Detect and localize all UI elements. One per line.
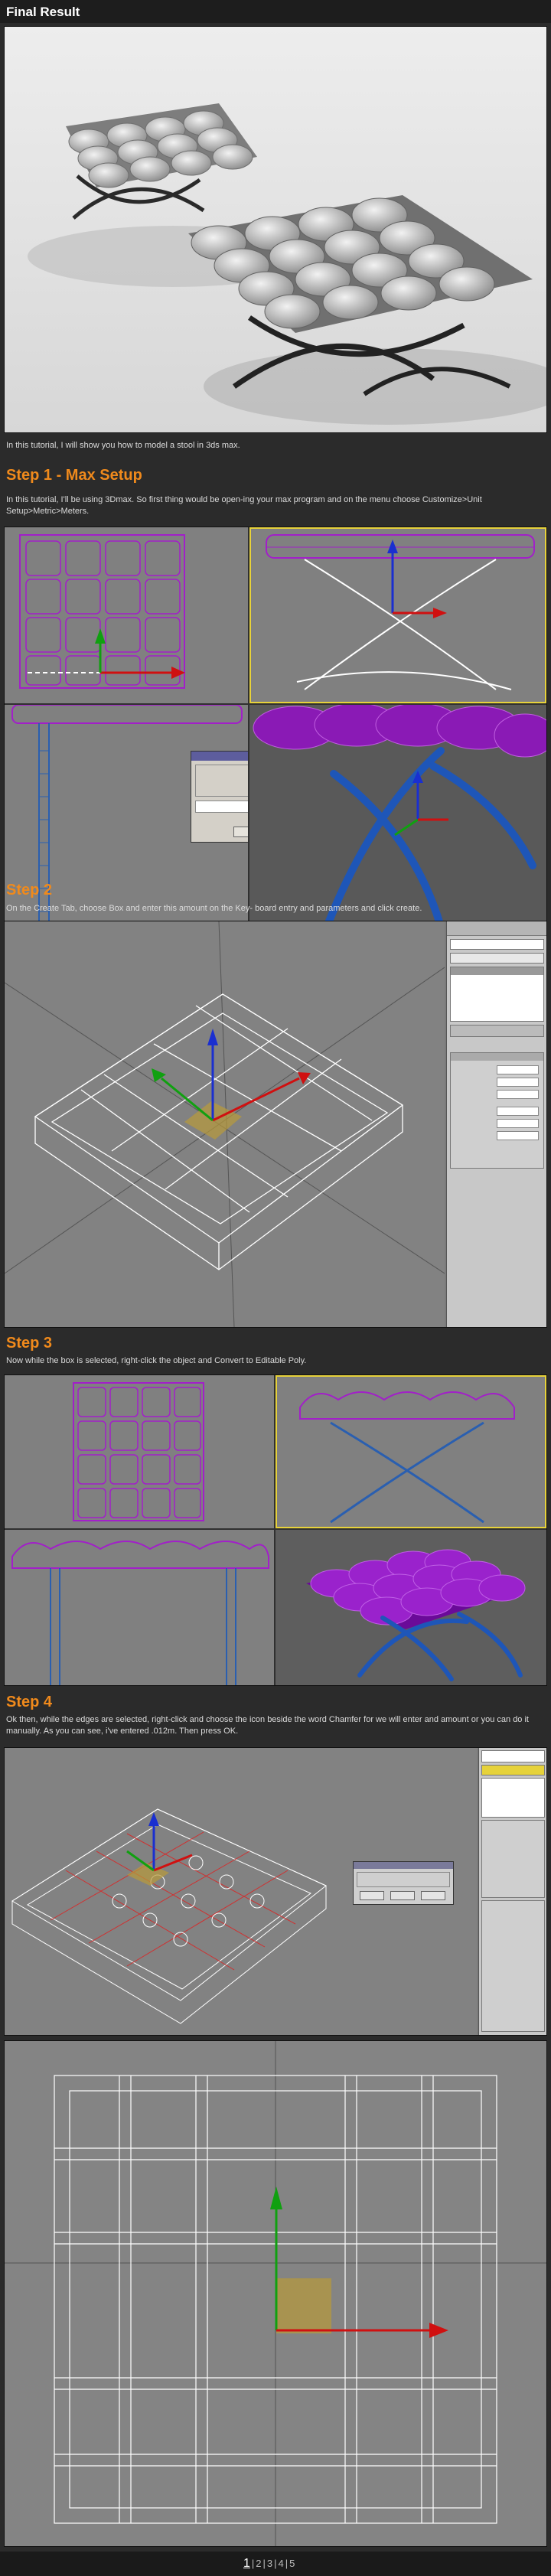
parameters-rollout[interactable] — [450, 1052, 544, 1169]
step2-title: Step 2 — [6, 882, 53, 898]
step4-title: Step 4 — [6, 1694, 53, 1710]
intro-text: In this tutorial, I will show you how to… — [6, 441, 240, 450]
chamfer-cancel-button[interactable] — [421, 1891, 445, 1900]
modifier-stack[interactable] — [450, 967, 544, 1022]
page-link-2[interactable]: 2 — [256, 2558, 261, 2569]
page-link-1[interactable]: 1 — [243, 2557, 250, 2571]
step4-top-viewport[interactable] — [4, 2040, 547, 2547]
viewport-top-2[interactable] — [5, 1375, 274, 1528]
page-link-3[interactable]: 3 — [267, 2558, 272, 2569]
dialog-ok-button[interactable] — [233, 827, 248, 837]
command-panel[interactable] — [446, 921, 546, 1327]
final-render-image — [4, 26, 547, 433]
panel-tabs[interactable] — [447, 921, 546, 936]
step2-screenshot — [4, 921, 547, 1328]
command-panel-2[interactable] — [478, 1748, 546, 2035]
viewport-box-perspective[interactable] — [5, 921, 445, 1327]
chamfer-apply-button[interactable] — [390, 1891, 415, 1900]
viewport-chamfer[interactable] — [5, 1748, 477, 2035]
step3-title: Step 3 — [6, 1335, 53, 1352]
step4-screenshot — [4, 1747, 547, 2036]
step2-text: On the Create Tab, choose Box and enter … — [6, 904, 422, 913]
modifier-list-dropdown[interactable] — [450, 953, 544, 964]
viewport-top[interactable] — [5, 527, 248, 703]
page-link-4[interactable]: 4 — [279, 2558, 284, 2569]
step1-text: In this tutorial, I'll be using 3Dmax. S… — [6, 495, 482, 516]
pagination: 1 | 2 | 3 | 4 | 5 — [0, 2552, 551, 2576]
final-result-title: Final Result — [6, 5, 80, 19]
chamfer-ok-button[interactable] — [360, 1891, 384, 1900]
viewport-left-2[interactable] — [5, 1530, 274, 1685]
chamfer-edges-dialog[interactable] — [353, 1861, 454, 1905]
object-name-field[interactable] — [450, 939, 544, 950]
clone-options-dialog[interactable] — [191, 751, 248, 843]
viewport-front-2[interactable] — [276, 1375, 546, 1528]
step3-text: Now while the box is selected, right-cli… — [6, 1356, 307, 1365]
step4-text: Ok then, while the edges are selected, r… — [6, 1715, 529, 1736]
step3-viewports — [4, 1374, 547, 1686]
page-link-5[interactable]: 5 — [289, 2558, 295, 2569]
viewport-front[interactable] — [249, 527, 546, 703]
final-result-header: Final Result — [0, 0, 551, 23]
viewport-perspective-2[interactable] — [276, 1530, 546, 1685]
step1-title: Step 1 - Max Setup — [6, 467, 142, 484]
